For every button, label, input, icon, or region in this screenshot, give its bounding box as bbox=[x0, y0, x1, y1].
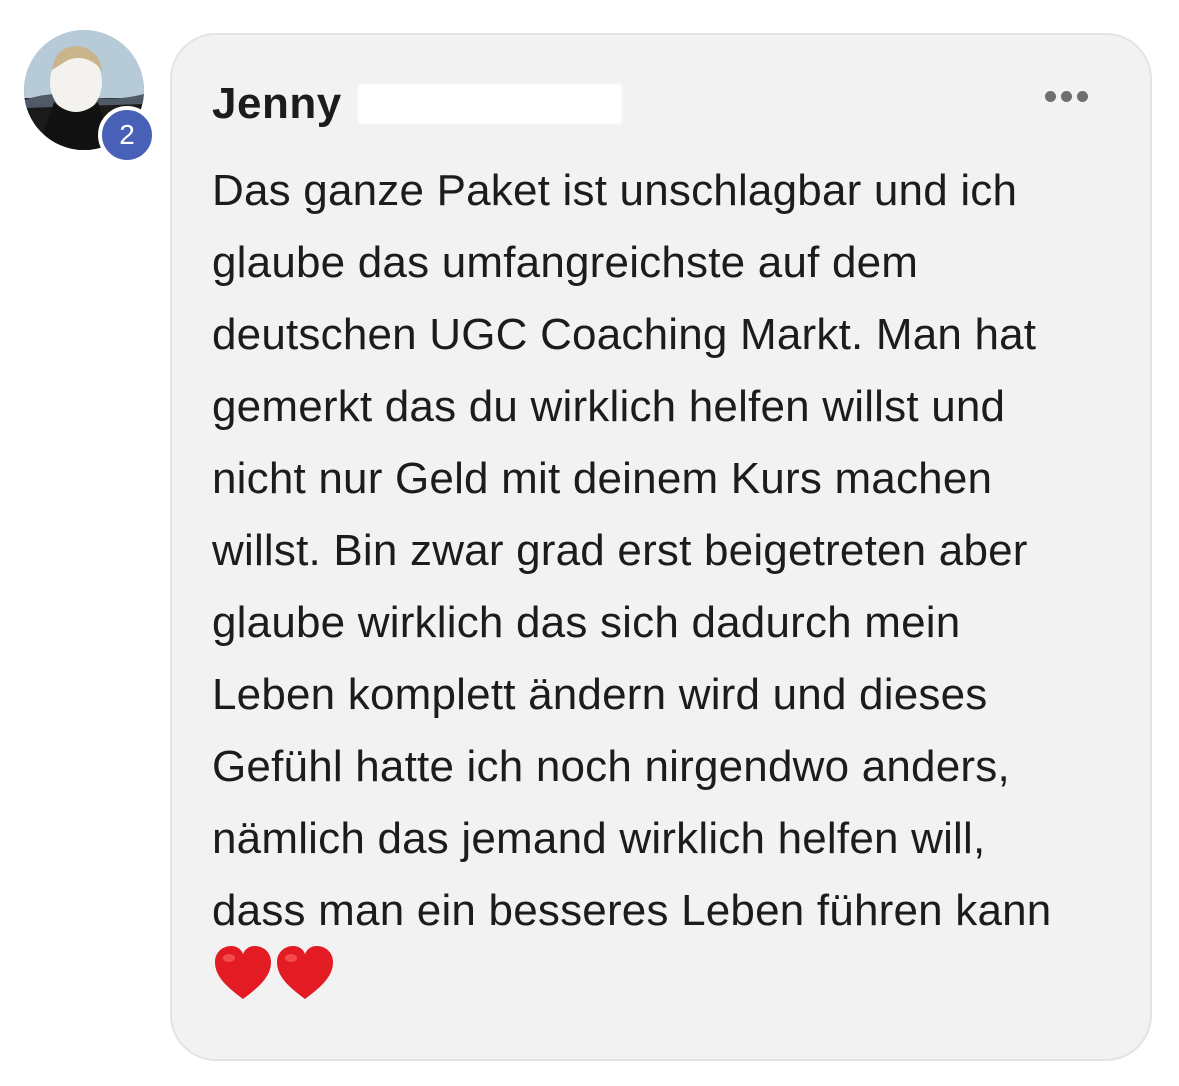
comment-line: glaube wirklich das sich dadurch mein bbox=[212, 598, 961, 647]
comment-line: deutschen UGC Coaching Markt. Man hat bbox=[212, 310, 1037, 359]
comment-text: Das ganze Paket ist unschlagbar und ich … bbox=[212, 155, 1132, 947]
more-options-icon[interactable] bbox=[1045, 91, 1088, 102]
redaction-mask bbox=[357, 84, 622, 124]
emoji-row bbox=[214, 945, 334, 1001]
red-heart-icon bbox=[277, 946, 333, 999]
notification-badge: 2 bbox=[98, 106, 156, 164]
red-heart-icon bbox=[215, 946, 271, 999]
author-name[interactable]: Jenny bbox=[212, 79, 342, 129]
comment-line: Das ganze Paket ist unschlagbar und ich bbox=[212, 166, 1018, 215]
redacted-name-overlay bbox=[352, 84, 622, 124]
comment-line: Leben komplett ändern wird und dieses bbox=[212, 670, 988, 719]
comment-line: nicht nur Geld mit deinem Kurs machen bbox=[212, 454, 993, 503]
author-row: Jenny bbox=[212, 77, 622, 131]
comment-line: glaube das umfangreichste auf dem bbox=[212, 238, 919, 287]
comment-line: Gefühl hatte ich noch nirgendwo anders, bbox=[212, 742, 1010, 791]
comment-bubble: Jenny Das ganze Paket ist unschlagbar un… bbox=[170, 33, 1152, 1061]
comment-line: gemerkt das du wirklich helfen willst un… bbox=[212, 382, 1006, 431]
comment-line: willst. Bin zwar grad erst beigetreten a… bbox=[212, 526, 1028, 575]
comment-line: nämlich das jemand wirklich helfen will, bbox=[212, 814, 986, 863]
comment-line: dass man ein besseres Leben führen kann bbox=[212, 886, 1052, 935]
